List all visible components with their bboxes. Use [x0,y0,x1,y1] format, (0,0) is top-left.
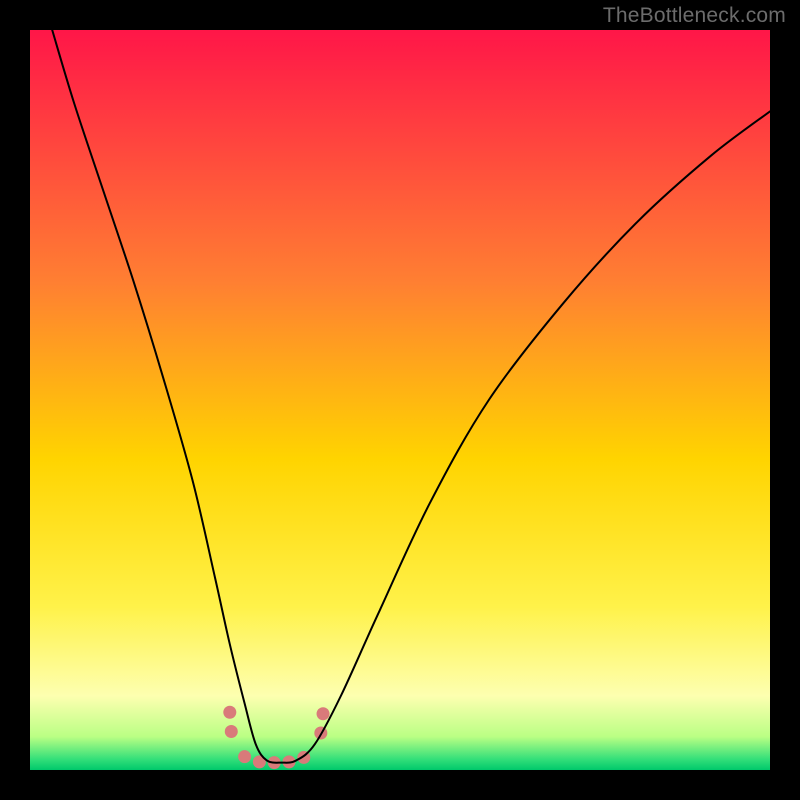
watermark-text: TheBottleneck.com [603,4,786,28]
chart-frame: TheBottleneck.com [0,0,800,800]
marker-point [225,725,238,738]
plot-area [30,30,770,770]
marker-point [238,750,251,763]
marker-point [223,706,236,719]
marker-point [317,707,330,720]
marker-points [223,706,329,769]
bottleneck-curve [52,30,770,763]
curve-layer [30,30,770,770]
